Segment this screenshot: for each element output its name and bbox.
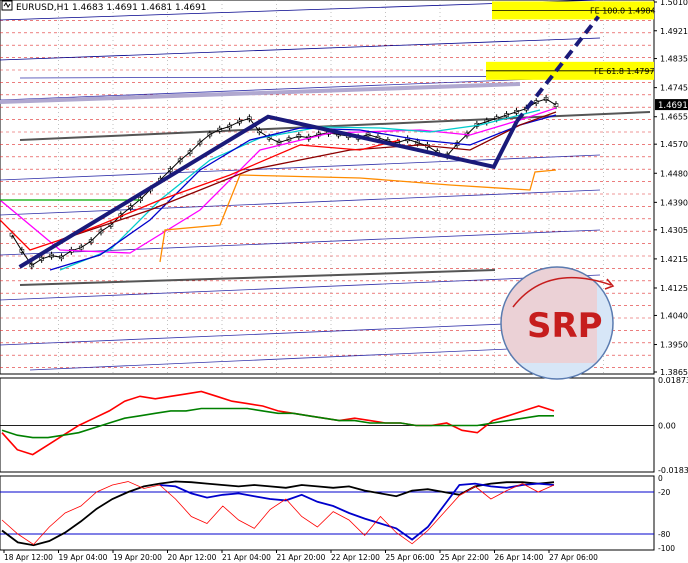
current-price-label: 1.4691 — [658, 101, 688, 111]
time-tick-label: 21 Apr 04:00 — [222, 553, 271, 562]
time-tick-label: 18 Apr 12:00 — [4, 553, 53, 562]
trend-line-lower — [19, 269, 496, 286]
ind1-tick-label: 0.00 — [658, 421, 676, 430]
channel-line-wide — [0, 82, 521, 104]
chart-title: EURUSD,H1 1.4683 1.4691 1.4681 1.4691 — [16, 3, 207, 13]
time-axis: 18 Apr 12:00 19 Apr 04:00 19 Apr 20:00 20 A… — [3, 550, 598, 562]
ind2-tick-label: 0 — [658, 474, 663, 483]
price-chart: FE 100.0 1.4984 FE 61.8 1.4797 EURUSD,H1 … — [0, 0, 688, 562]
ind2-series — [1, 480, 555, 547]
price-tick-label: 1.4125 — [660, 284, 688, 293]
indicator-panel-1: 0.018730.00-0.01835 — [0, 376, 688, 475]
price-tick-label: 1.4215 — [660, 255, 688, 264]
close-line — [11, 98, 557, 267]
srp-logo-lettering: SRP — [527, 306, 603, 346]
srp-logo: SRP — [500, 266, 615, 380]
price-tick-label: 1.4921 — [660, 27, 688, 36]
indicator1-panel-frame — [0, 377, 655, 473]
time-tick-label: 21 Apr 20:00 — [277, 553, 326, 562]
ind2-tick-label: -80 — [658, 530, 670, 539]
indicator-panel-2: 0 -20 -80 -100 — [0, 474, 675, 553]
ind2-series — [1, 481, 555, 546]
time-tick-label: 19 Apr 04:00 — [59, 553, 108, 562]
fe-label: FE 100.0 1.4984 — [590, 6, 656, 15]
time-tick-label: 27 Apr 06:00 — [549, 553, 598, 562]
price-tick-label: 1.4655 — [660, 113, 688, 122]
ind2-tick-label: -100 — [658, 544, 675, 553]
price-tick-label: 1.4570 — [660, 140, 688, 149]
price-tick-label: 1.5010 — [660, 0, 688, 7]
price-tick-label: 1.4390 — [660, 198, 688, 207]
time-tick-label: 20 Apr 12:00 — [168, 553, 217, 562]
time-tick-label: 19 Apr 20:00 — [113, 553, 162, 562]
price-tick-label: 1.4745 — [660, 84, 688, 93]
ind1-series — [1, 390, 555, 456]
ind1-tick-label: 0.01873 — [658, 376, 688, 385]
zigzag-layer — [18, 15, 600, 269]
price-tick-label: 1.3950 — [660, 341, 688, 350]
price-tick-label: 1.4835 — [660, 55, 688, 64]
channel-line — [0, 37, 601, 61]
price-tick-label: 1.4305 — [660, 226, 688, 235]
chart-title-group: EURUSD,H1 1.4683 1.4691 1.4681 1.4691 — [1, 0, 207, 13]
time-tick-label: 25 Apr 22:00 — [440, 553, 489, 562]
fe-zones: FE 100.0 1.4984 FE 61.8 1.4797 — [486, 1, 656, 80]
trend-line-upper — [19, 111, 651, 141]
moving-average-line — [159, 169, 557, 263]
time-tick-label: 25 Apr 06:00 — [386, 553, 435, 562]
time-tick-label: 22 Apr 12:00 — [331, 553, 380, 562]
moving-average-line — [49, 114, 557, 271]
time-tick-label: 26 Apr 14:00 — [495, 553, 544, 562]
price-tick-label: 1.4040 — [660, 311, 688, 320]
ind2-tick-label: -20 — [658, 488, 670, 497]
price-axis: 1.5010 1.4921 1.4835 1.4745 1.4655 1.4570 1.44… — [654, 0, 688, 377]
fe-label: FE 61.8 1.4797 — [594, 67, 655, 76]
price-tick-label: 1.4480 — [660, 169, 688, 178]
current-price-marker: 1.4691 — [655, 99, 688, 111]
